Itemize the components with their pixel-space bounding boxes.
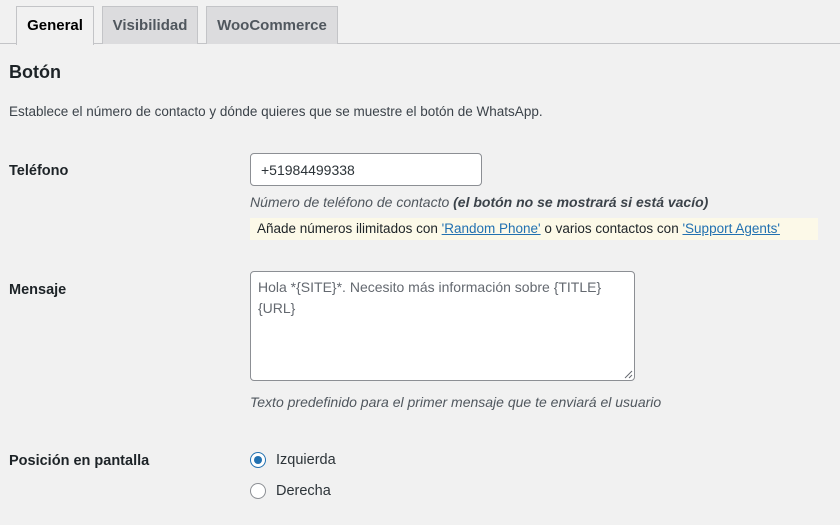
notice-middle: o varios contactos con xyxy=(544,221,679,236)
phone-label: Teléfono xyxy=(9,163,69,179)
tab-general[interactable]: General xyxy=(16,6,94,45)
section-description: Establece el número de contacto y dónde … xyxy=(9,104,543,119)
position-label: Posición en pantalla xyxy=(9,453,150,469)
phone-notice: Añade números ilimitados con 'Random Pho… xyxy=(250,218,818,240)
radio-label-izquierda: Izquierda xyxy=(276,452,336,468)
position-option-izquierda[interactable]: Izquierda xyxy=(250,450,336,470)
message-help: Texto predefinido para el primer mensaje… xyxy=(250,394,662,410)
tab-woocommerce[interactable]: WooCommerce xyxy=(206,6,338,44)
phone-input[interactable] xyxy=(250,153,482,186)
phone-help-bold: (el botón no se mostrará si está vacío) xyxy=(453,194,709,210)
settings-tabs: General Visibilidad WooCommerce xyxy=(0,0,840,45)
phone-help: Número de teléfono de contacto (el botón… xyxy=(250,194,708,210)
support-agents-link[interactable]: 'Support Agents' xyxy=(682,221,779,236)
notice-prefix: Añade números ilimitados con xyxy=(257,221,438,236)
radio-derecha[interactable] xyxy=(250,483,266,499)
position-option-derecha[interactable]: Derecha xyxy=(250,481,331,501)
message-textarea[interactable]: Hola *{SITE}*. Necesito más información … xyxy=(250,271,635,381)
message-label: Mensaje xyxy=(9,282,67,298)
radio-label-derecha: Derecha xyxy=(276,483,331,499)
phone-help-text: Número de teléfono de contacto xyxy=(250,194,450,210)
section-title: Botón xyxy=(9,62,61,82)
tab-visibilidad[interactable]: Visibilidad xyxy=(102,6,198,44)
resize-grip-icon[interactable] xyxy=(623,369,633,379)
radio-izquierda[interactable] xyxy=(250,452,266,468)
random-phone-link[interactable]: 'Random Phone' xyxy=(442,221,541,236)
